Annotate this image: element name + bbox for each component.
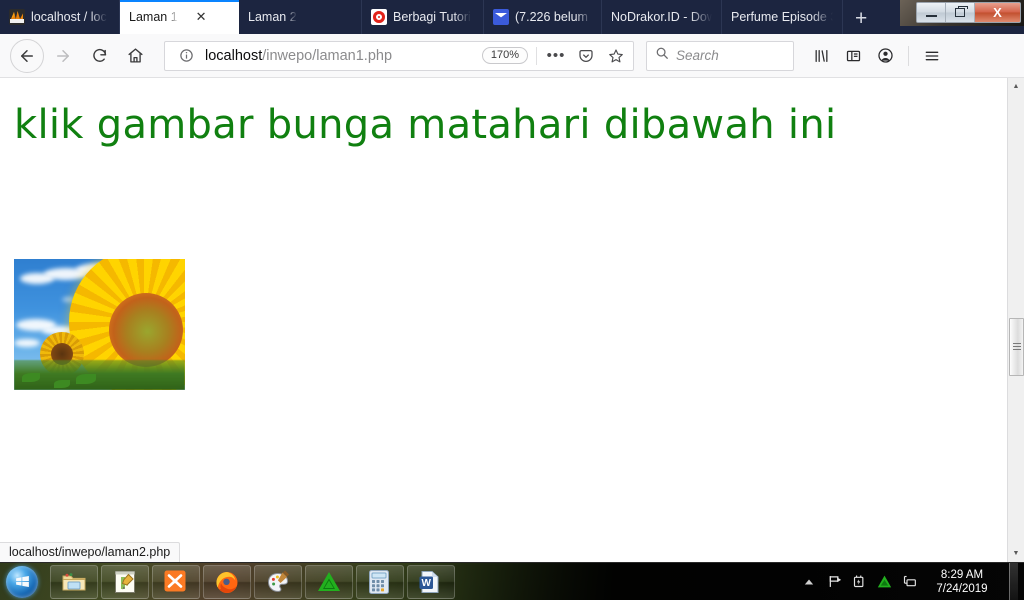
divider xyxy=(536,47,537,65)
scrollbar-thumb[interactable] xyxy=(1009,318,1024,376)
taskbar-items: W xyxy=(44,565,455,599)
back-arrow-icon[interactable] xyxy=(10,39,44,73)
bookmark-star-icon[interactable] xyxy=(605,45,627,67)
tab-nodrakor[interactable]: NoDrakor.ID - Dow xyxy=(602,0,722,34)
start-button[interactable] xyxy=(0,564,44,600)
tab-label: localhost / loc xyxy=(31,10,107,24)
new-tab-button[interactable]: + xyxy=(843,8,879,34)
action-center-flag-icon[interactable] xyxy=(826,574,842,590)
tab-label: Perfume Episode 3 xyxy=(731,10,833,24)
taskbar-item-notepad-plus-plus[interactable] xyxy=(101,565,149,599)
xampp-control-panel-icon xyxy=(163,569,189,595)
windows-start-orb-icon xyxy=(6,566,38,598)
url-path: /inwepo/laman1.php xyxy=(262,48,392,64)
show-hidden-icons-icon[interactable] xyxy=(801,574,817,590)
calculator-icon xyxy=(367,569,393,595)
mail-icon xyxy=(493,9,509,25)
taskbar-item-paint[interactable] xyxy=(254,565,302,599)
account-icon[interactable] xyxy=(870,41,900,71)
window-controls: X xyxy=(916,2,1021,23)
scroll-up-arrow-icon[interactable]: ▲ xyxy=(1008,78,1024,95)
taskbar-item-calculator[interactable] xyxy=(356,565,404,599)
show-desktop-button[interactable] xyxy=(1009,563,1018,600)
divider xyxy=(908,46,909,66)
tab-label: Laman 1 xyxy=(129,10,178,24)
url-host: localhost xyxy=(205,48,262,64)
tab-label: Laman 2 xyxy=(248,10,297,24)
tab-laman-1[interactable]: Laman 1 ✕ xyxy=(120,0,239,34)
tab-laman-2[interactable]: Laman 2 xyxy=(239,0,362,34)
network-icon[interactable] xyxy=(901,574,917,590)
toolbar-right-buttons xyxy=(806,41,947,71)
close-icon[interactable]: ✕ xyxy=(196,9,207,25)
green-triangle-tray-icon[interactable] xyxy=(876,574,892,590)
tab-mail[interactable]: (7.226 belum d xyxy=(484,0,602,34)
url-text[interactable]: localhost/inwepo/laman1.php xyxy=(205,48,474,64)
taskbar-item-microsoft-word[interactable]: W xyxy=(407,565,455,599)
vertical-scrollbar[interactable]: ▲ ▼ xyxy=(1007,78,1024,562)
maximize-button[interactable] xyxy=(946,3,975,22)
clock-time: 8:29 AM xyxy=(930,568,994,582)
sidebar-icon[interactable] xyxy=(838,41,868,71)
home-icon[interactable] xyxy=(118,39,152,73)
sunflower-center xyxy=(109,293,183,367)
paint-icon xyxy=(265,569,291,595)
taskbar-item-green-triangle-app[interactable] xyxy=(305,565,353,599)
mozilla-firefox-icon xyxy=(214,569,240,595)
scrollbar-grip xyxy=(1013,343,1021,351)
tab-berbagi-tutorial[interactable]: Berbagi Tutori xyxy=(362,0,484,34)
scroll-down-arrow-icon[interactable]: ▼ xyxy=(1008,545,1024,562)
tab-strip: localhost / loc Laman 1 ✕ Laman 2 Berbag… xyxy=(0,0,1024,34)
search-icon xyxy=(655,46,669,65)
taskbar-item-xampp[interactable] xyxy=(152,565,200,599)
tab-label: (7.226 belum d xyxy=(515,10,592,24)
search-bar[interactable]: Search xyxy=(646,41,794,71)
file-explorer-icon xyxy=(61,569,87,595)
phpmyadmin-icon xyxy=(9,9,25,25)
search-input[interactable]: Search xyxy=(676,48,719,63)
library-icon[interactable] xyxy=(806,41,836,71)
notepad-plus-plus-icon xyxy=(112,569,138,595)
windows-taskbar: W 8:29 AM 7/24/2019 xyxy=(0,562,1024,600)
close-button[interactable]: X xyxy=(975,3,1020,22)
reload-icon[interactable] xyxy=(82,39,116,73)
battery-icon[interactable] xyxy=(851,574,867,590)
page-info-icon[interactable] xyxy=(175,45,197,67)
sunflower-image xyxy=(14,259,185,390)
taskbar-item-firefox[interactable] xyxy=(203,565,251,599)
status-bar-link-preview: localhost/inwepo/laman2.php xyxy=(0,542,180,562)
taskbar-clock[interactable]: 8:29 AM 7/24/2019 xyxy=(926,568,1000,596)
tab-localhost[interactable]: localhost / loc xyxy=(0,0,120,34)
red-circle-icon xyxy=(371,9,387,25)
page-actions-icon[interactable]: ••• xyxy=(545,45,567,67)
minimize-button[interactable] xyxy=(917,3,946,22)
screen: localhost / loc Laman 1 ✕ Laman 2 Berbag… xyxy=(0,0,1024,600)
firefox-window: localhost / loc Laman 1 ✕ Laman 2 Berbag… xyxy=(0,0,1024,562)
taskbar-item-file-explorer[interactable] xyxy=(50,565,98,599)
page-content: klik gambar bunga matahari dibawah ini xyxy=(0,78,1024,562)
forward-arrow-icon xyxy=(46,39,80,73)
microsoft-word-icon: W xyxy=(418,569,444,595)
green-triangle-app-icon xyxy=(316,569,342,595)
sunflower-image-link[interactable] xyxy=(14,259,185,390)
tab-perfume-episode[interactable]: Perfume Episode 3 xyxy=(722,0,843,34)
tab-label: Berbagi Tutori xyxy=(393,10,471,24)
pocket-icon[interactable] xyxy=(575,45,597,67)
svg-text:W: W xyxy=(421,578,431,589)
hamburger-menu-icon[interactable] xyxy=(917,41,947,71)
navigation-toolbar: localhost/inwepo/laman1.php 170% ••• Sea… xyxy=(0,34,1024,78)
page-title: klik gambar bunga matahari dibawah ini xyxy=(14,102,836,148)
address-bar[interactable]: localhost/inwepo/laman1.php 170% ••• xyxy=(164,41,634,71)
system-tray: 8:29 AM 7/24/2019 xyxy=(801,563,1024,600)
zoom-level-badge[interactable]: 170% xyxy=(482,47,528,64)
tab-label: NoDrakor.ID - Dow xyxy=(611,10,712,24)
clock-date: 7/24/2019 xyxy=(930,582,994,596)
